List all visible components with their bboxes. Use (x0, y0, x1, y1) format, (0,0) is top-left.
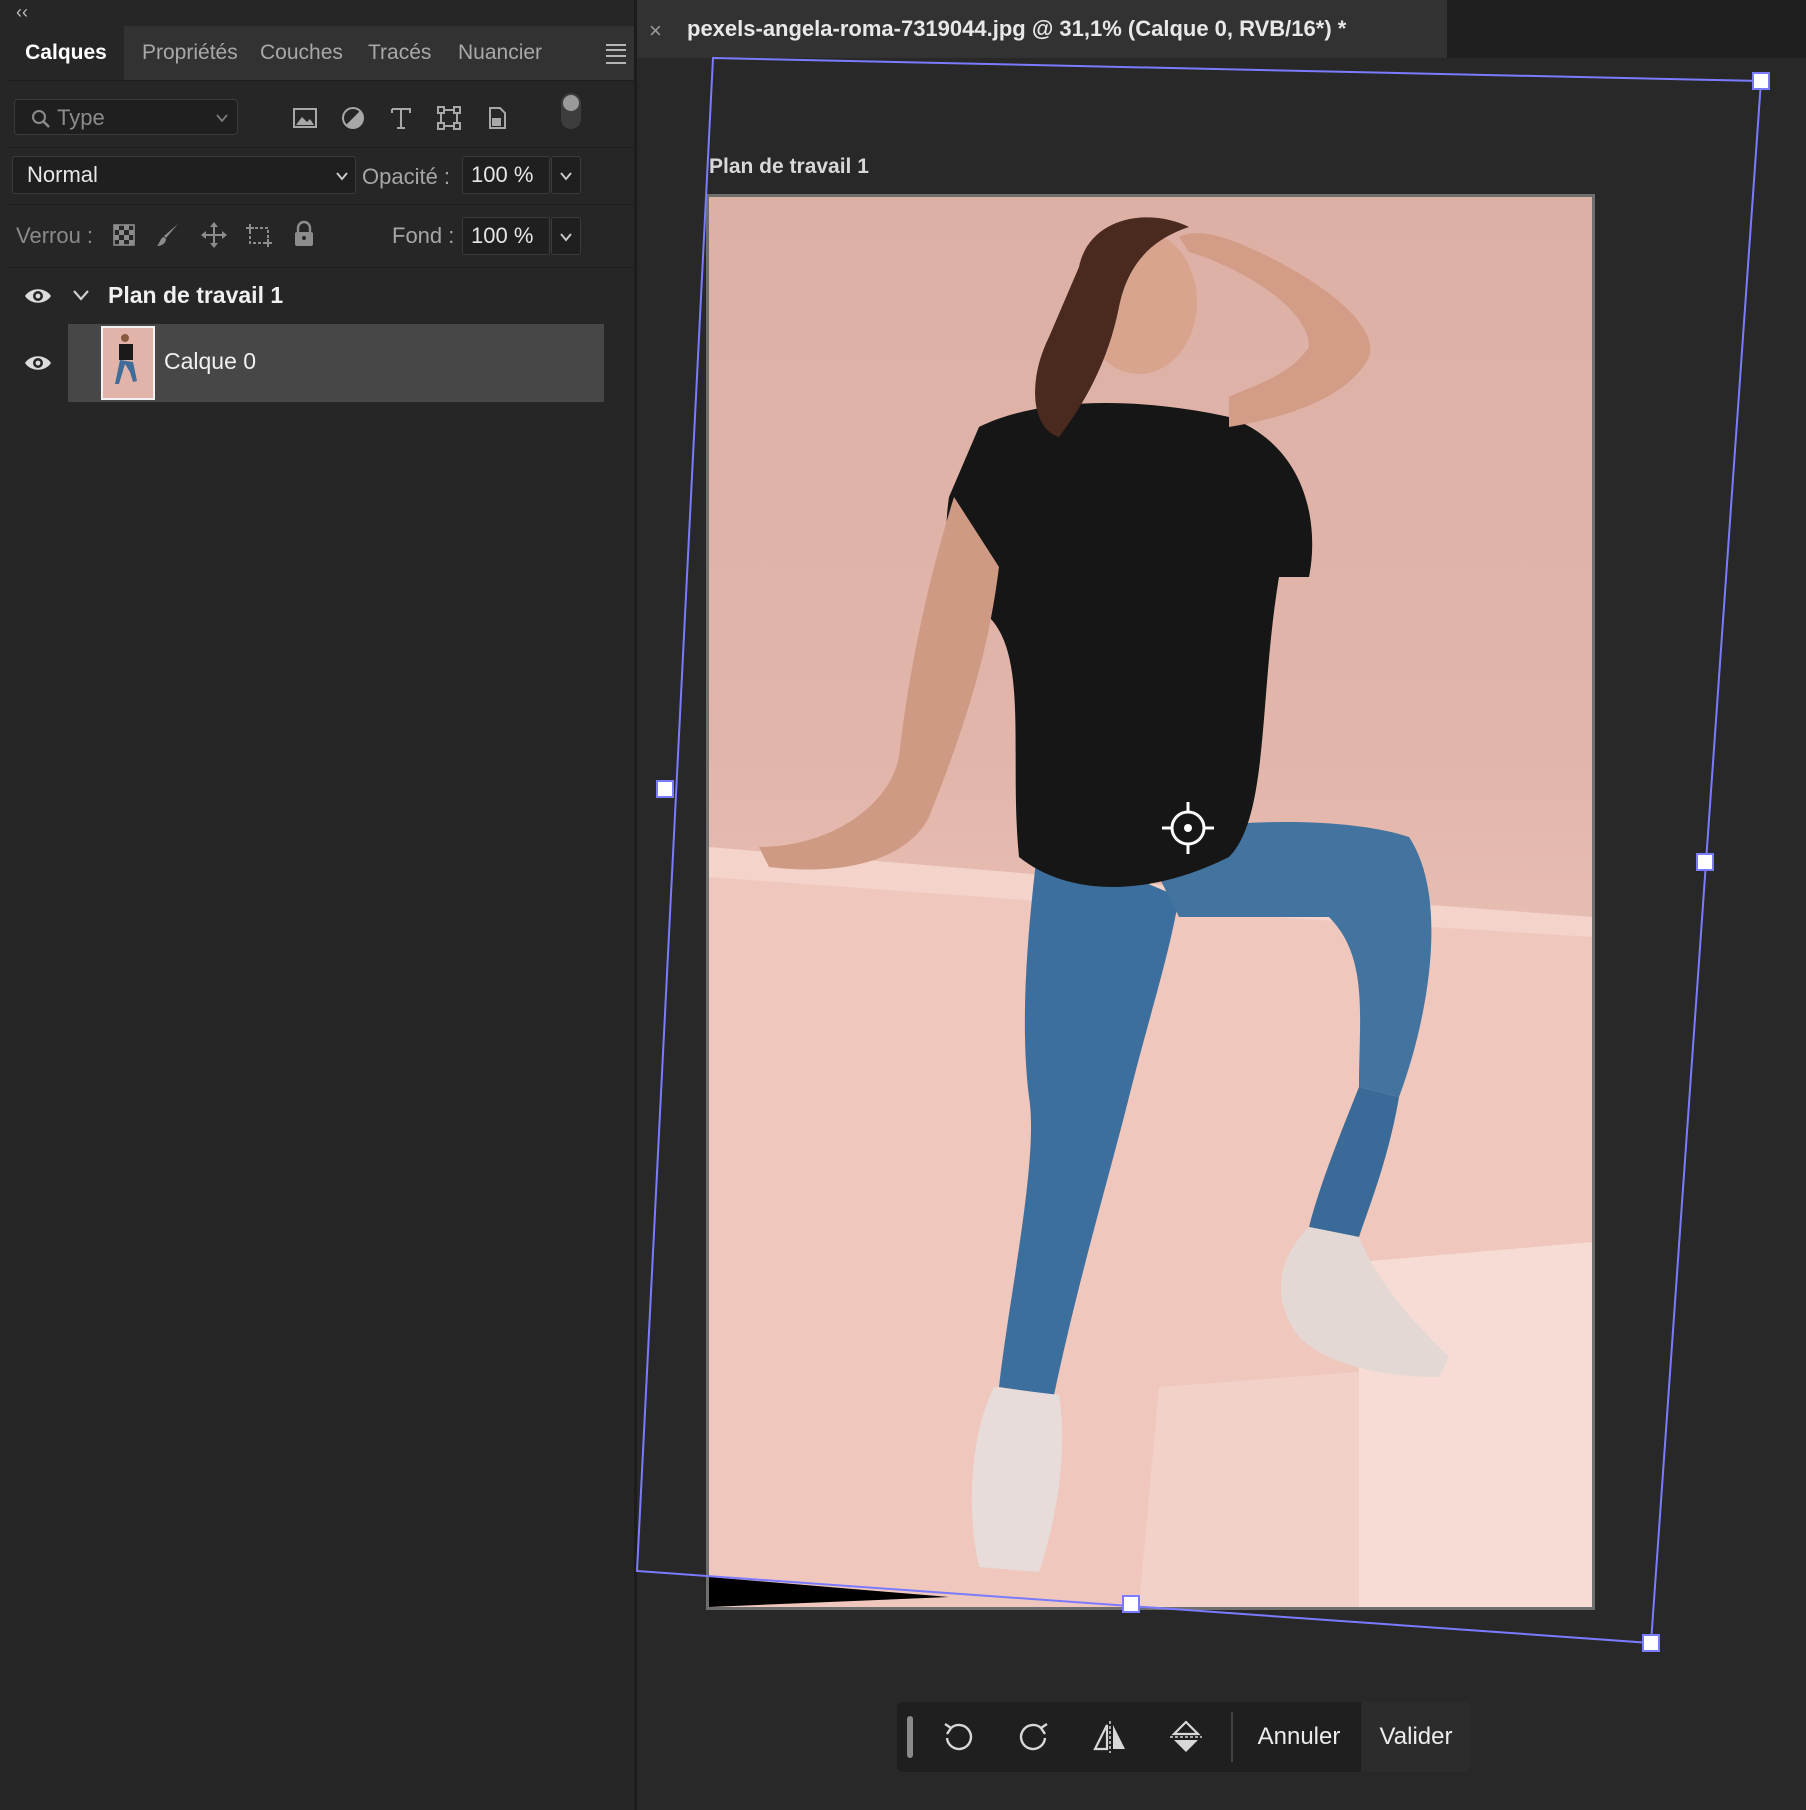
toolbar-grip[interactable] (907, 1716, 913, 1758)
reference-point-icon[interactable] (1162, 802, 1214, 854)
transform-bounding-box (635, 56, 1763, 1645)
transform-handle-top-right[interactable] (1752, 72, 1770, 90)
rotate-left-icon[interactable] (937, 1716, 979, 1758)
transform-handle-bottom-right[interactable] (1642, 1634, 1660, 1652)
cancel-button[interactable]: Annuler (1241, 1702, 1357, 1772)
rotate-right-icon[interactable] (1013, 1716, 1055, 1758)
commit-button[interactable]: Valider (1361, 1702, 1471, 1772)
flip-horizontal-icon[interactable] (1089, 1716, 1131, 1758)
flip-vertical-icon[interactable] (1165, 1716, 1207, 1758)
transform-handle-bottom[interactable] (1122, 1595, 1140, 1613)
transform-handle-right[interactable] (1696, 853, 1714, 871)
transform-contextual-bar: Annuler Valider (897, 1702, 1471, 1772)
toolbar-separator (1231, 1712, 1233, 1762)
transform-handle-left[interactable] (656, 780, 674, 798)
transform-overlay (635, 56, 1770, 1652)
